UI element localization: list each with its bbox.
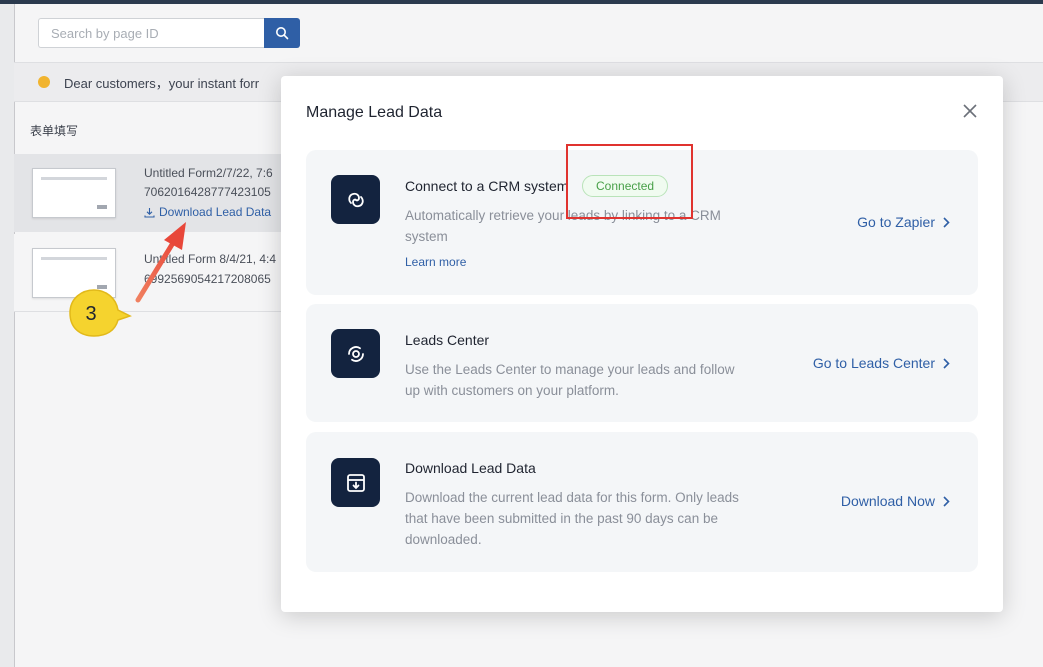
notice-text: Dear customers，your instant forr (64, 75, 260, 91)
download-link-label: Download Lead Data (159, 205, 272, 219)
leads-center-card: Leads Center Use the Leads Center to man… (306, 304, 978, 422)
download-icon (144, 207, 155, 218)
download-lead-data-link[interactable]: Download Lead Data (144, 205, 271, 219)
annotation-arrow (135, 222, 186, 303)
form-id: 7062016428777423105 (144, 185, 271, 199)
chevron-right-icon (943, 357, 950, 369)
close-icon[interactable] (961, 102, 979, 120)
annotation-badge: 3 (69, 289, 132, 337)
go-to-leads-center-label: Go to Leads Center (812, 355, 935, 371)
search-input[interactable] (38, 18, 264, 48)
leads-center-title: Leads Center (405, 332, 490, 348)
download-box-icon (331, 458, 380, 507)
go-to-zapier-button[interactable]: Go to Zapier (857, 214, 950, 230)
go-to-leads-center-button[interactable]: Go to Leads Center (813, 355, 950, 371)
search-bar (38, 18, 300, 48)
manage-lead-data-modal: Manage Lead Data Connect to a CRM system… (281, 76, 1003, 612)
learn-more-link[interactable]: Learn more (405, 255, 466, 269)
modal-title: Manage Lead Data (306, 104, 443, 121)
chevron-right-icon (943, 495, 950, 507)
download-lead-data-description: Download the current lead data for this … (405, 490, 739, 547)
go-to-zapier-label: Go to Zapier (857, 214, 935, 230)
download-lead-data-title: Download Lead Data (405, 460, 536, 476)
highlight-box (566, 144, 693, 219)
search-icon (276, 27, 289, 40)
chevron-right-icon (943, 216, 950, 228)
section-label: 表单填写 (30, 124, 79, 138)
download-now-button[interactable]: Download Now (841, 493, 950, 509)
annotation-number: 3 (85, 303, 96, 325)
search-button[interactable] (264, 18, 300, 48)
leads-center-description: Use the Leads Center to manage your lead… (405, 362, 735, 398)
leads-center-icon (331, 329, 380, 378)
download-lead-data-card: Download Lead Data Download the current … (306, 432, 978, 572)
crm-card-title: Connect to a CRM system (405, 178, 569, 194)
form-thumbnail (32, 168, 116, 218)
form-title: Untitled Form2/7/22, 7:6 (144, 166, 273, 180)
download-now-label: Download Now (840, 493, 935, 509)
crm-link-icon (331, 175, 380, 224)
notice-icon (38, 76, 50, 88)
